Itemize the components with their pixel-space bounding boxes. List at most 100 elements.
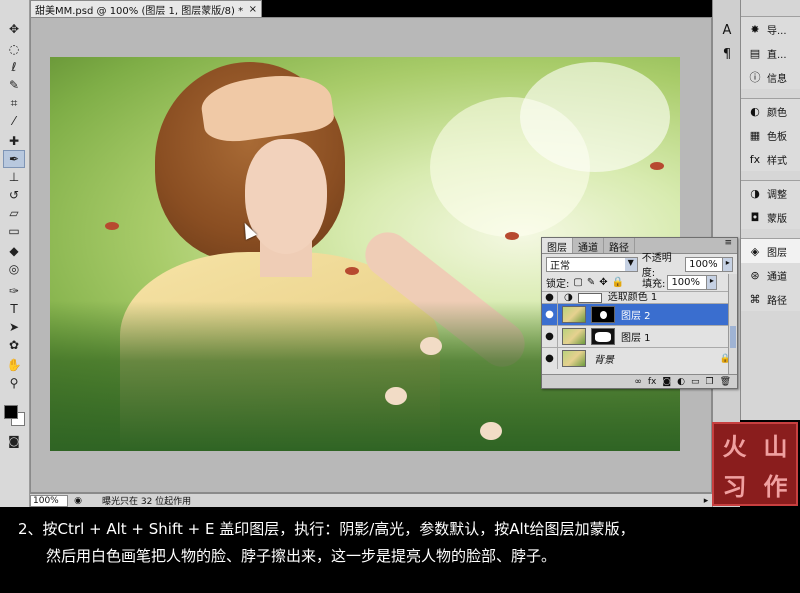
panel-histogram[interactable]: ▤ 直... xyxy=(741,41,800,65)
status-menu-arrow-icon[interactable]: ▸ xyxy=(700,496,712,506)
clone-stamp-tool-icon[interactable]: ⊥ xyxy=(3,168,25,186)
eye-icon[interactable]: ● xyxy=(542,348,558,369)
add-mask-icon[interactable]: ◙ xyxy=(662,377,671,387)
move-tool-icon[interactable]: ✥ xyxy=(3,20,25,38)
masks-icon: ◘ xyxy=(750,210,760,224)
fill-field[interactable]: 100% xyxy=(667,275,708,290)
shape-tool-icon[interactable]: ✿ xyxy=(3,336,25,354)
panel-channels[interactable]: ⊛ 通道 xyxy=(741,263,800,287)
panel-group-adjustments: ◑ 调整 ◘ 蒙版 xyxy=(741,180,800,229)
layer-row[interactable]: ● 图层 1 xyxy=(542,325,737,347)
panel-swatches[interactable]: ▦ 色板 xyxy=(741,123,800,147)
panel-masks[interactable]: ◘ 蒙版 xyxy=(741,205,800,229)
dodge-tool-icon[interactable]: ◎ xyxy=(3,260,25,278)
lock-label: 锁定: xyxy=(546,279,570,290)
panel-info[interactable]: ⓘ 信息 xyxy=(741,65,800,89)
status-bar: 100% ◉ 曝光只在 32 位起作用 ▸ xyxy=(30,493,712,507)
lasso-tool-icon[interactable]: ℓ xyxy=(3,58,25,76)
healing-brush-tool-icon[interactable]: ✚ xyxy=(3,132,25,150)
zoom-tool-icon[interactable]: ⚲ xyxy=(3,374,25,392)
status-message: 曝光只在 32 位起作用 xyxy=(102,497,192,507)
lock-all-icon[interactable]: 🔒 xyxy=(612,277,624,288)
layer-name: 图层 1 xyxy=(621,333,651,344)
new-layer-icon[interactable]: ❐ xyxy=(705,377,713,387)
chevron-down-icon: ▼ xyxy=(624,257,637,271)
opacity-slider-arrow-icon[interactable]: ▸ xyxy=(723,256,734,272)
panel-color[interactable]: ◐ 颜色 xyxy=(741,99,800,123)
layers-panel-tabs: 图层 通道 路径 ≡ xyxy=(542,238,737,254)
foreground-color-swatch[interactable] xyxy=(4,405,18,419)
character-panel-icon[interactable]: A xyxy=(717,20,737,40)
marquee-tool-icon[interactable]: ◌ xyxy=(3,40,25,58)
layer-thumbnail xyxy=(562,306,586,323)
layers-scrollbar[interactable] xyxy=(728,274,737,374)
zoom-field[interactable]: 100% xyxy=(30,494,68,507)
tab-channels[interactable]: 通道 xyxy=(573,238,604,254)
panel-label: 样式 xyxy=(767,155,787,167)
blur-tool-icon[interactable]: ◆ xyxy=(3,242,25,260)
eye-icon[interactable]: ● xyxy=(542,292,558,303)
eyedropper-tool-icon[interactable]: ⁄ xyxy=(3,112,25,130)
quick-select-tool-icon[interactable]: ✎ xyxy=(3,76,25,94)
status-info-icon[interactable]: ◉ xyxy=(72,496,84,506)
adjustments-icon: ◑ xyxy=(750,186,760,200)
eye-icon[interactable]: ● xyxy=(542,304,558,325)
panel-group-layers: ◈ 图层 ⊛ 通道 ⌘ 路径 xyxy=(741,238,800,311)
new-adjustment-icon[interactable]: ◐ xyxy=(677,377,685,387)
layer-row[interactable]: ● ◑ 选取颜色 1 xyxy=(542,291,737,303)
new-group-icon[interactable]: ▭ xyxy=(691,377,700,387)
tools-panel: ✥ ◌ ℓ ✎ ⌗ ⁄ ✚ ✒ ⊥ ↺ ▱ ▭ ◆ ◎ ✑ T ➤ ✿ ✋ ⚲ … xyxy=(0,0,30,507)
lock-transparency-icon[interactable]: ▢ xyxy=(573,277,582,288)
tab-layers[interactable]: 图层 xyxy=(542,238,573,254)
layer-name: 图层 2 xyxy=(621,311,651,322)
layer-row-selected[interactable]: ● 图层 2 xyxy=(542,303,737,325)
paragraph-panel-icon[interactable]: ¶ xyxy=(717,44,737,64)
document-tab[interactable]: 甜美MM.psd @ 100% (图层 1, 图层蒙版/8) * × xyxy=(30,0,262,17)
panel-styles[interactable]: fx 样式 xyxy=(741,147,800,171)
type-tool-icon[interactable]: T xyxy=(3,300,25,318)
pen-tool-icon[interactable]: ✑ xyxy=(3,282,25,300)
fill-slider-arrow-icon[interactable]: ▸ xyxy=(707,275,718,290)
seal-char: 作 xyxy=(763,471,788,501)
seal-char: 习 xyxy=(722,471,747,501)
blend-mode-select[interactable]: 正常 ▼ xyxy=(546,256,638,272)
crop-tool-icon[interactable]: ⌗ xyxy=(3,94,25,112)
tab-paths[interactable]: 路径 xyxy=(604,238,635,254)
layer-mask-thumbnail[interactable] xyxy=(591,306,615,323)
caption-line-2: 然后用白色画笔把人物的脸、脖子擦出来，这一步是提亮人物的脸部、脖子。 xyxy=(46,547,557,565)
quick-mask-icon[interactable]: ◙ xyxy=(3,432,25,450)
swatches-icon: ▦ xyxy=(749,128,761,142)
link-layers-icon[interactable]: ∞ xyxy=(634,377,642,387)
layer-name: 选取颜色 1 xyxy=(607,292,658,303)
delete-layer-icon[interactable]: 🗑 xyxy=(720,377,731,387)
paths-icon: ⌘ xyxy=(749,292,761,306)
panel-label: 颜色 xyxy=(767,107,787,119)
eraser-tool-icon[interactable]: ▱ xyxy=(3,204,25,222)
brush-tool-icon[interactable]: ✒ xyxy=(3,150,25,168)
panel-navigator[interactable]: ✸ 导... xyxy=(741,17,800,41)
panel-menu-icon[interactable]: ≡ xyxy=(719,238,737,253)
history-brush-tool-icon[interactable]: ↺ xyxy=(3,186,25,204)
caption-line-1: 2、按Ctrl + Alt + Shift + E 盖印图层，执行：阴影/高光，… xyxy=(18,520,635,538)
color-icon: ◐ xyxy=(750,104,760,118)
panel-layers[interactable]: ◈ 图层 xyxy=(741,239,800,263)
layer-thumbnail xyxy=(562,328,586,345)
gradient-tool-icon[interactable]: ▭ xyxy=(3,222,25,240)
panel-label: 信息 xyxy=(767,73,787,85)
panel-label: 调整 xyxy=(767,189,787,201)
lock-pixels-icon[interactable]: ✎ xyxy=(587,277,595,288)
close-icon[interactable]: × xyxy=(249,4,257,15)
path-select-tool-icon[interactable]: ➤ xyxy=(3,318,25,336)
seal-char: 山 xyxy=(763,431,788,461)
hand-tool-icon[interactable]: ✋ xyxy=(3,356,25,374)
layer-mask-thumbnail xyxy=(577,293,602,303)
lock-position-icon[interactable]: ✥ xyxy=(599,277,607,288)
tutorial-caption: 2、按Ctrl + Alt + Shift + E 盖印图层，执行：阴影/高光，… xyxy=(0,508,800,593)
panel-adjustments[interactable]: ◑ 调整 xyxy=(741,181,800,205)
layer-mask-thumbnail[interactable] xyxy=(591,328,615,345)
panel-paths[interactable]: ⌘ 路径 xyxy=(741,287,800,311)
layer-row[interactable]: ● 背景 🔒 xyxy=(542,347,737,369)
eye-icon[interactable]: ● xyxy=(542,326,558,347)
layer-style-icon[interactable]: fx xyxy=(648,377,657,387)
opacity-field[interactable]: 100% xyxy=(685,256,724,272)
